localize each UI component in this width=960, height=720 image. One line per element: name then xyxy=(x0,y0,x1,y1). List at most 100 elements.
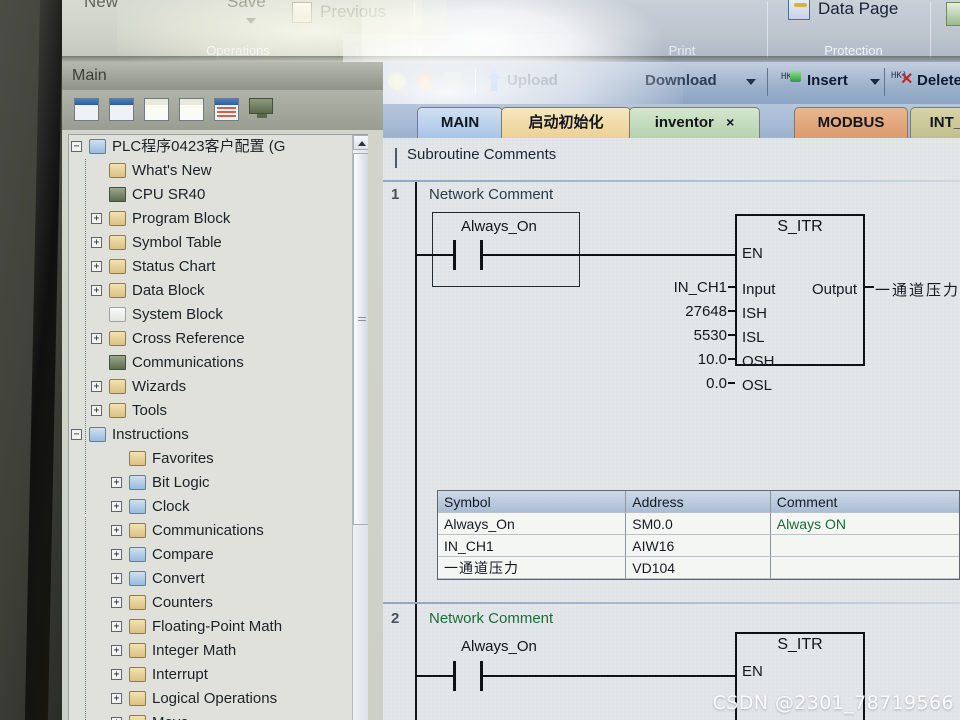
tree-item-plc-0423-g[interactable]: − PLC程序0423客户配置 (G xyxy=(69,135,368,159)
tree-item-interrupt[interactable]: + Interrupt xyxy=(69,663,368,687)
symbol-table[interactable]: Symbol Address Comment Always_On SM0.0 A… xyxy=(437,490,960,580)
tree-item-cpu-sr40[interactable]: CPU SR40 xyxy=(69,183,368,207)
operand-osl[interactable]: 0.0 xyxy=(581,375,727,392)
tree-item-wizards[interactable]: + Wizards xyxy=(69,375,368,399)
tree-item-counters[interactable]: + Counters xyxy=(69,591,368,615)
insert-button[interactable]: Insert xyxy=(807,72,848,89)
symbol-table-icon[interactable] xyxy=(109,98,134,121)
tree-item-data-block[interactable]: + Data Block xyxy=(69,279,368,303)
program-block-icon[interactable] xyxy=(74,98,99,121)
operand-osh[interactable]: 10.0 xyxy=(581,351,727,368)
tree-item-program-block[interactable]: + Program Block xyxy=(69,207,368,231)
operand-ish[interactable]: 27648 xyxy=(581,303,727,320)
contact-label: Always_On xyxy=(461,218,537,235)
subroutine-comments-row[interactable]: Subroutine Comments xyxy=(395,146,960,172)
collapse-icon[interactable]: − xyxy=(71,429,82,440)
tree-item-bit-logic[interactable]: + Bit Logic xyxy=(69,471,368,495)
operand-isl[interactable]: 5530 xyxy=(581,327,727,344)
chevron-down-icon[interactable] xyxy=(246,18,256,24)
stop-icon[interactable] xyxy=(416,72,434,90)
tab-int0[interactable]: INT_0 xyxy=(910,107,960,138)
tree-item-cross-reference[interactable]: + Cross Reference xyxy=(69,327,368,351)
ribbon-data-page-button[interactable]: Data Page xyxy=(818,0,898,19)
expand-icon[interactable]: + xyxy=(111,573,122,584)
expand-icon[interactable]: + xyxy=(91,381,102,392)
scroll-up-arrow[interactable] xyxy=(353,135,368,150)
tree-item-convert[interactable]: + Convert xyxy=(69,567,368,591)
ladder-editor[interactable]: Subroutine Comments 1 Network Comment Al… xyxy=(383,138,960,720)
communications-icon[interactable] xyxy=(249,98,274,121)
expand-icon[interactable]: + xyxy=(91,285,102,296)
table-row[interactable]: 一通道压力 VD104 xyxy=(438,557,959,579)
tree-item-symbol-table[interactable]: + Symbol Table xyxy=(69,231,368,255)
pin-osl: OSL xyxy=(742,377,773,394)
pin-stub xyxy=(728,358,735,360)
download-button[interactable]: Download xyxy=(645,72,717,89)
tree-item-integer-math[interactable]: + Integer Math xyxy=(69,639,368,663)
upload-arrow-icon[interactable] xyxy=(487,69,501,91)
expand-icon[interactable]: + xyxy=(111,693,122,704)
tree-item-floating-point-math[interactable]: + Floating-Point Math xyxy=(69,615,368,639)
expand-icon[interactable]: + xyxy=(111,645,122,656)
expand-icon[interactable]: + xyxy=(111,597,122,608)
delete-network-icon[interactable]: HK) ✕ xyxy=(891,70,913,90)
scroll-thumb[interactable] xyxy=(353,153,368,525)
tab-inventor[interactable]: inventor × xyxy=(629,107,760,138)
previous-page-icon xyxy=(292,2,312,23)
table-row[interactable]: IN_CH1 AIW16 xyxy=(438,535,959,557)
tree-item-move[interactable]: +Move xyxy=(69,711,368,720)
insert-network-icon[interactable]: HK) xyxy=(781,70,801,90)
tree-item-communications[interactable]: Communications xyxy=(69,351,368,375)
network-comment[interactable]: Network Comment xyxy=(429,186,553,203)
tree-item-communications[interactable]: + Communications xyxy=(69,519,368,543)
project-tree[interactable]: − PLC程序0423客户配置 (G What's New CPU SR40 + Prog… xyxy=(68,134,368,720)
expand-icon[interactable]: + xyxy=(111,477,122,488)
expand-icon[interactable]: + xyxy=(111,669,122,680)
operand-output[interactable]: 一通道压力 xyxy=(875,279,960,300)
chevron-down-icon[interactable] xyxy=(870,79,880,85)
data-block-icon[interactable] xyxy=(179,98,204,121)
tree-item-compare[interactable]: + Compare xyxy=(69,543,368,567)
status-chart-icon[interactable] xyxy=(144,98,169,121)
ribbon-save-button[interactable]: Save xyxy=(227,0,266,12)
delete-button[interactable]: Delete xyxy=(917,72,960,89)
cross-reference-icon[interactable] xyxy=(214,98,239,121)
tab-qidongchushihua[interactable]: 启动初始化 xyxy=(501,107,631,138)
tree-item-favorites[interactable]: Favorites xyxy=(69,447,368,471)
tree-item-logical-operations[interactable]: + Logical Operations xyxy=(69,687,368,711)
expand-icon[interactable]: + xyxy=(91,405,102,416)
expand-icon[interactable]: + xyxy=(91,213,102,224)
network-comment[interactable]: Network Comment xyxy=(429,610,553,627)
editor-tabbar: MAIN 启动初始化 inventor × MODBUS INT_0 xyxy=(383,104,960,138)
block-name: S_ITR xyxy=(777,636,823,653)
tab-main[interactable]: MAIN xyxy=(417,107,503,138)
tree-item-system-block[interactable]: System Block xyxy=(69,303,368,327)
compile-icon[interactable] xyxy=(444,72,462,90)
tree-item-instructions[interactable]: − Instructions xyxy=(69,423,368,447)
expand-icon[interactable]: + xyxy=(91,333,102,344)
ribbon-new-button[interactable]: New xyxy=(84,0,118,12)
expand-icon[interactable]: + xyxy=(111,501,122,512)
expand-icon[interactable]: + xyxy=(111,621,122,632)
table-row[interactable]: Always_On SM0.0 Always ON xyxy=(438,513,959,535)
tree-item-tools[interactable]: + Tools xyxy=(69,399,368,423)
ribbon-previous-button[interactable]: Previous xyxy=(320,2,386,22)
instructions-icon xyxy=(89,427,106,442)
operand-input[interactable]: IN_CH1 xyxy=(581,279,727,296)
collapse-icon[interactable]: − xyxy=(71,141,82,152)
panel-title: Main xyxy=(62,62,383,90)
chevron-down-icon[interactable] xyxy=(746,79,756,85)
s-itr-block[interactable]: S_ITR EN Input ISH ISL OSH OSL Output xyxy=(735,214,865,394)
close-icon[interactable]: × xyxy=(726,114,734,130)
tree-item-status-chart[interactable]: + Status Chart xyxy=(69,255,368,279)
tree-scrollbar[interactable] xyxy=(352,135,368,720)
run-icon[interactable] xyxy=(388,72,406,90)
expand-icon[interactable]: + xyxy=(111,525,122,536)
tree-item-what-s-new[interactable]: What's New xyxy=(69,159,368,183)
tree-item-clock[interactable]: + Clock xyxy=(69,495,368,519)
upload-button[interactable]: Upload xyxy=(507,72,558,89)
expand-icon[interactable]: + xyxy=(91,261,102,272)
expand-icon[interactable]: + xyxy=(111,549,122,560)
expand-icon[interactable]: + xyxy=(91,237,102,248)
tab-modbus[interactable]: MODBUS xyxy=(794,107,908,138)
